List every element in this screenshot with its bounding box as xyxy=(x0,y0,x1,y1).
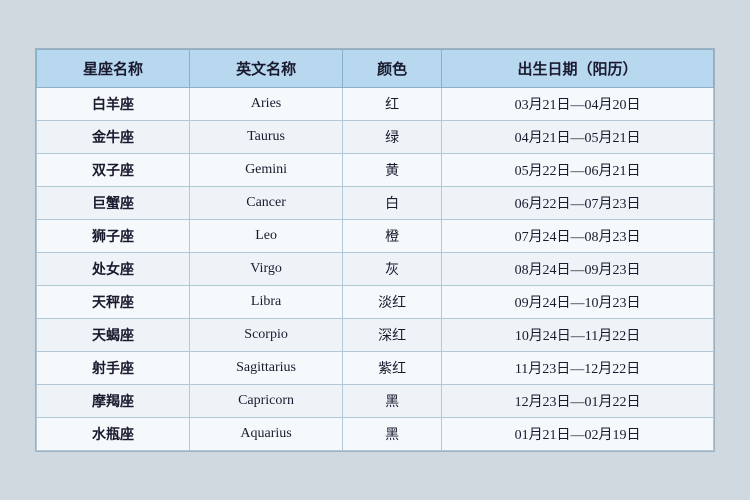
cell-row6-col1: Libra xyxy=(190,286,343,319)
cell-row4-col3: 07月24日—08月23日 xyxy=(442,220,714,253)
table-row: 天蝎座Scorpio深红10月24日—11月22日 xyxy=(37,319,714,352)
table-row: 摩羯座Capricorn黑12月23日—01月22日 xyxy=(37,385,714,418)
cell-row3-col1: Cancer xyxy=(190,187,343,220)
cell-row1-col1: Taurus xyxy=(190,121,343,154)
header-chinese-name: 星座名称 xyxy=(37,50,190,88)
cell-row8-col3: 11月23日—12月22日 xyxy=(442,352,714,385)
cell-row10-col2: 黑 xyxy=(343,418,442,451)
cell-row5-col2: 灰 xyxy=(343,253,442,286)
cell-row0-col0: 白羊座 xyxy=(37,88,190,121)
cell-row1-col2: 绿 xyxy=(343,121,442,154)
cell-row6-col3: 09月24日—10月23日 xyxy=(442,286,714,319)
cell-row4-col1: Leo xyxy=(190,220,343,253)
table-row: 金牛座Taurus绿04月21日—05月21日 xyxy=(37,121,714,154)
cell-row5-col1: Virgo xyxy=(190,253,343,286)
cell-row8-col2: 紫红 xyxy=(343,352,442,385)
cell-row2-col3: 05月22日—06月21日 xyxy=(442,154,714,187)
header-color: 颜色 xyxy=(343,50,442,88)
cell-row3-col2: 白 xyxy=(343,187,442,220)
cell-row7-col1: Scorpio xyxy=(190,319,343,352)
table-row: 射手座Sagittarius紫红11月23日—12月22日 xyxy=(37,352,714,385)
cell-row6-col2: 淡红 xyxy=(343,286,442,319)
cell-row9-col3: 12月23日—01月22日 xyxy=(442,385,714,418)
header-date: 出生日期（阳历） xyxy=(442,50,714,88)
table-row: 水瓶座Aquarius黑01月21日—02月19日 xyxy=(37,418,714,451)
cell-row4-col0: 狮子座 xyxy=(37,220,190,253)
cell-row3-col0: 巨蟹座 xyxy=(37,187,190,220)
table-row: 天秤座Libra淡红09月24日—10月23日 xyxy=(37,286,714,319)
cell-row9-col0: 摩羯座 xyxy=(37,385,190,418)
table-row: 白羊座Aries红03月21日—04月20日 xyxy=(37,88,714,121)
table-header-row: 星座名称 英文名称 颜色 出生日期（阳历） xyxy=(37,50,714,88)
cell-row1-col3: 04月21日—05月21日 xyxy=(442,121,714,154)
cell-row10-col1: Aquarius xyxy=(190,418,343,451)
cell-row5-col0: 处女座 xyxy=(37,253,190,286)
cell-row7-col3: 10月24日—11月22日 xyxy=(442,319,714,352)
cell-row10-col0: 水瓶座 xyxy=(37,418,190,451)
cell-row0-col3: 03月21日—04月20日 xyxy=(442,88,714,121)
cell-row4-col2: 橙 xyxy=(343,220,442,253)
cell-row7-col2: 深红 xyxy=(343,319,442,352)
zodiac-table-container: 星座名称 英文名称 颜色 出生日期（阳历） 白羊座Aries红03月21日—04… xyxy=(35,48,715,452)
cell-row5-col3: 08月24日—09月23日 xyxy=(442,253,714,286)
cell-row6-col0: 天秤座 xyxy=(37,286,190,319)
cell-row8-col1: Sagittarius xyxy=(190,352,343,385)
cell-row9-col2: 黑 xyxy=(343,385,442,418)
cell-row0-col2: 红 xyxy=(343,88,442,121)
header-english-name: 英文名称 xyxy=(190,50,343,88)
table-row: 狮子座Leo橙07月24日—08月23日 xyxy=(37,220,714,253)
cell-row0-col1: Aries xyxy=(190,88,343,121)
cell-row2-col0: 双子座 xyxy=(37,154,190,187)
cell-row9-col1: Capricorn xyxy=(190,385,343,418)
table-row: 处女座Virgo灰08月24日—09月23日 xyxy=(37,253,714,286)
cell-row2-col1: Gemini xyxy=(190,154,343,187)
cell-row1-col0: 金牛座 xyxy=(37,121,190,154)
zodiac-table: 星座名称 英文名称 颜色 出生日期（阳历） 白羊座Aries红03月21日—04… xyxy=(36,49,714,451)
cell-row8-col0: 射手座 xyxy=(37,352,190,385)
cell-row3-col3: 06月22日—07月23日 xyxy=(442,187,714,220)
cell-row7-col0: 天蝎座 xyxy=(37,319,190,352)
cell-row2-col2: 黄 xyxy=(343,154,442,187)
table-row: 双子座Gemini黄05月22日—06月21日 xyxy=(37,154,714,187)
table-row: 巨蟹座Cancer白06月22日—07月23日 xyxy=(37,187,714,220)
cell-row10-col3: 01月21日—02月19日 xyxy=(442,418,714,451)
